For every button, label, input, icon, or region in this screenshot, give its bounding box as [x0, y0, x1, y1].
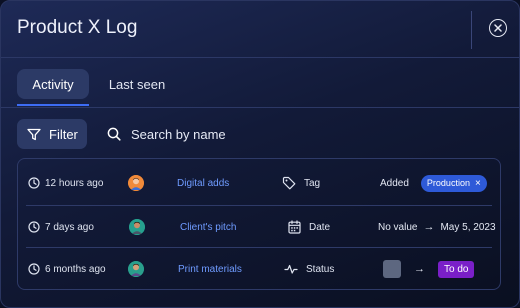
- activity-row: 6 months ago Print materials Status → To…: [18, 247, 502, 291]
- close-button[interactable]: [489, 19, 507, 37]
- timestamp: 7 days ago: [28, 205, 94, 249]
- clock-icon: [28, 177, 40, 189]
- tag-icon: [282, 176, 296, 190]
- field-name: Tag: [282, 161, 320, 205]
- header-divider: [471, 11, 472, 49]
- tag-chip-label: Production: [426, 178, 470, 188]
- person-icon: [128, 175, 144, 191]
- filter-icon: [27, 128, 41, 140]
- close-icon: [494, 24, 502, 32]
- remove-tag-icon[interactable]: ×: [475, 178, 481, 189]
- field-name-text: Tag: [304, 177, 321, 189]
- tab-last-seen[interactable]: Last seen: [101, 69, 173, 99]
- activity-list: 12 hours ago Digital adds Tag Added Prod…: [17, 158, 501, 290]
- user-avatar[interactable]: [128, 261, 144, 277]
- search-icon: [107, 127, 121, 141]
- search-input[interactable]: [131, 126, 331, 142]
- field-name-text: Status: [306, 263, 335, 275]
- activity-icon: [284, 264, 298, 274]
- clock-icon: [28, 221, 40, 233]
- panel-header: Product X Log: [1, 1, 519, 58]
- panel-title: Product X Log: [17, 17, 138, 38]
- person-icon: [128, 261, 144, 277]
- tab-activity[interactable]: Activity: [17, 69, 89, 99]
- clock-icon: [28, 263, 40, 275]
- filter-label: Filter: [49, 126, 78, 142]
- change-value: → To do: [383, 247, 475, 291]
- item-link[interactable]: Digital adds: [177, 161, 229, 205]
- change-value: Added Production ×: [380, 161, 487, 205]
- user-avatar[interactable]: [129, 219, 145, 235]
- change-value: No value → May 5, 2023: [378, 205, 496, 249]
- activity-row: 7 days ago Client's pitch Date No value …: [18, 205, 502, 249]
- item-link[interactable]: Print materials: [178, 247, 242, 291]
- avatar-cell: [129, 205, 145, 249]
- person-icon: [129, 219, 145, 235]
- empty-status-swatch: [383, 260, 401, 278]
- timestamp-text: 6 months ago: [45, 263, 106, 275]
- tab-bar: Activity Last seen: [1, 57, 519, 108]
- activity-log-panel: Product X Log Activity Last seen Filter: [0, 0, 520, 308]
- user-avatar[interactable]: [128, 175, 144, 191]
- field-name-text: Date: [309, 221, 331, 233]
- active-tab-indicator: [17, 104, 89, 106]
- arrow-right-icon: →: [423, 221, 435, 233]
- field-name: Status: [284, 247, 334, 291]
- new-value: May 5, 2023: [440, 221, 496, 233]
- calendar-icon: [288, 220, 301, 234]
- change-prefix: Added: [380, 177, 409, 189]
- timestamp: 12 hours ago: [28, 161, 103, 205]
- field-name: Date: [288, 205, 330, 249]
- timestamp-text: 12 hours ago: [45, 177, 104, 189]
- timestamp-text: 7 days ago: [45, 221, 94, 233]
- arrow-right-icon: →: [414, 263, 425, 275]
- timestamp: 6 months ago: [28, 247, 106, 291]
- item-link[interactable]: Client's pitch: [180, 205, 236, 249]
- avatar-cell: [128, 161, 144, 205]
- filter-button[interactable]: Filter: [17, 119, 87, 149]
- avatar-cell: [128, 247, 144, 291]
- activity-row: 12 hours ago Digital adds Tag Added Prod…: [18, 161, 502, 205]
- old-value: No value: [378, 221, 418, 233]
- search-box[interactable]: [107, 119, 331, 149]
- tag-chip: Production ×: [420, 174, 487, 192]
- status-badge: To do: [438, 260, 475, 278]
